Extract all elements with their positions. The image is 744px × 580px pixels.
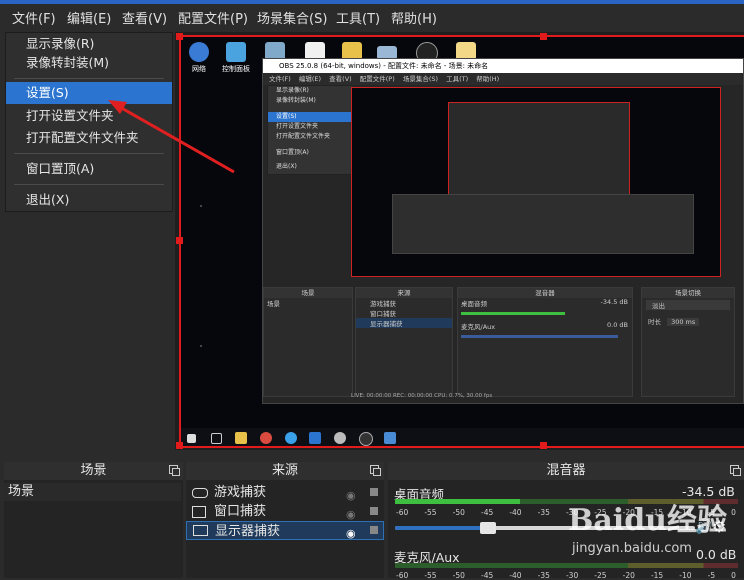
audio-meter-level [395,499,520,504]
resize-handle[interactable] [540,33,547,40]
tick-label: -10 [679,571,692,580]
tick-label: -15 [650,571,664,580]
tick-label: -60 [396,571,409,580]
resize-handle[interactable] [540,442,547,449]
source-label: 游戏捕获 [214,485,267,500]
mixer-dock-title: 混音器 [388,462,744,480]
mixer-dock-label: 混音器 [546,463,586,478]
tick-label: -55 [424,571,437,580]
source-item-window-capture[interactable]: 窗口捕获 ◉ [186,502,384,521]
menu-settings[interactable]: 设置(S) [6,82,172,104]
scene-item[interactable]: 场景 [4,483,181,501]
menu-tools[interactable]: 工具(T) [336,8,380,27]
eye-icon[interactable]: ◉ [346,524,356,543]
resize-handle[interactable] [176,33,183,40]
volume-slider-knob[interactable] [480,522,496,534]
scenes-dock-label: 场景 [80,463,107,478]
lock-icon[interactable] [370,507,378,515]
dock-float-icon[interactable] [730,465,741,476]
menu-scene-collection[interactable]: 场景集合(S) [257,8,327,27]
menu-help[interactable]: 帮助(H) [391,8,437,27]
menu-remux-recordings[interactable]: 录像转封装(M) [6,52,172,74]
tick-label: -60 [396,508,409,517]
source-selection-box[interactable] [179,35,744,448]
menu-open-profile-folder[interactable]: 打开配置文件文件夹 [6,127,172,149]
lock-icon[interactable] [370,526,378,534]
window-icon [192,506,206,518]
menu-exit[interactable]: 退出(X) [6,189,172,211]
tick-label: -35 [537,508,550,517]
mixer-mic-value: 0.0 dB [696,547,737,562]
source-label: 窗口捕获 [214,504,267,519]
left-blank-pane [0,212,175,452]
source-item-display-capture[interactable]: 显示器捕获 ◉ [186,521,384,540]
tick-label: -25 [594,571,607,580]
sources-dock-label: 来源 [271,463,298,478]
menu-always-on-top[interactable]: 窗口置顶(A) [6,158,172,180]
tick-label: -45 [480,571,494,580]
tick-label: 0 [731,571,736,580]
menu-view[interactable]: 查看(V) [122,8,167,27]
tick-label: -55 [424,508,437,517]
volume-slider-fill [395,526,483,530]
menu-separator [14,78,164,79]
menu-edit[interactable]: 编辑(E) [67,8,111,27]
resize-handle[interactable] [176,237,183,244]
gamepad-icon [192,488,208,498]
dock-float-icon[interactable] [169,465,180,476]
tick-label: -5 [707,571,716,580]
menu-profile[interactable]: 配置文件(P) [178,8,248,27]
dock-float-icon[interactable] [370,465,381,476]
watermark-logo: Baidu经验 [568,503,727,538]
tick-label: -50 [452,571,465,580]
tick-label: -45 [480,508,494,517]
audio-meter [395,563,738,568]
scenes-dock-title: 场景 [4,462,183,480]
tick-label: -30 [565,571,579,580]
menu-separator [14,153,164,154]
source-item-game-capture[interactable]: 游戏捕获 ◉ [186,483,384,502]
source-label: 显示器捕获 [215,524,281,539]
menubar: 文件(F) 编辑(E) 查看(V) 配置文件(P) 场景集合(S) 工具(T) … [0,0,744,32]
tick-label: -40 [509,508,522,517]
tick-label: -50 [452,508,465,517]
tick-label: 0 [731,508,736,517]
tick-label: -20 [622,571,635,580]
tick-label: -35 [537,571,550,580]
watermark-url: jingyan.baidu.com [572,541,692,556]
monitor-icon [193,525,208,536]
file-menu-dropdown: 显示录像(R) 录像转封装(M) 设置(S) 打开设置文件夹 打开配置文件文件夹… [5,32,173,212]
sources-dock-title: 来源 [186,462,384,480]
lock-icon[interactable] [370,488,378,496]
menu-open-settings-folder[interactable]: 打开设置文件夹 [6,105,172,127]
menu-file[interactable]: 文件(F) [12,8,56,27]
resize-handle[interactable] [176,442,183,449]
meter-ticks: -60 -55 -50 -45 -40 -35 -30 -25 -20 -15 … [396,571,736,580]
menu-separator [14,184,164,185]
tick-label: -40 [509,571,522,580]
